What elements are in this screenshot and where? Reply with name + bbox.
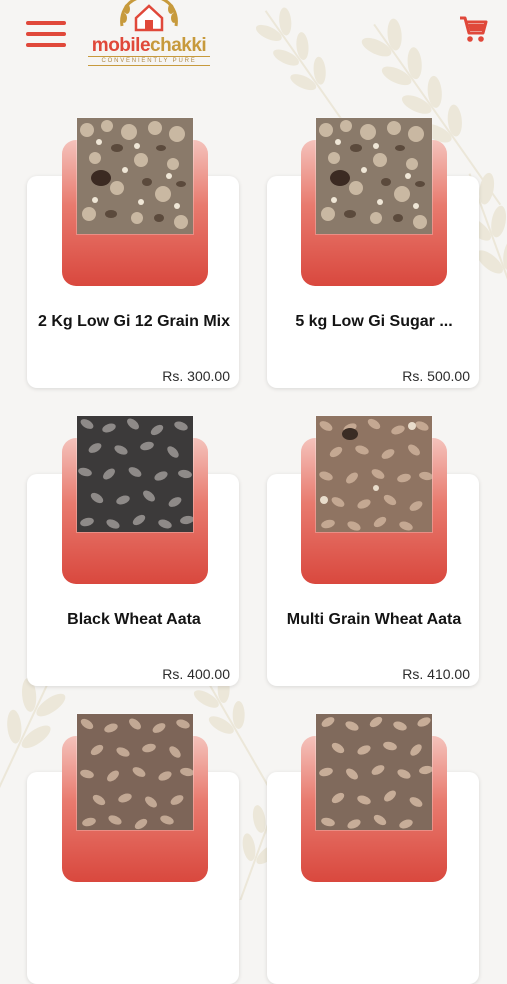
cart-icon[interactable] [458, 14, 488, 44]
product-image-mixed-grains[interactable] [316, 118, 432, 234]
product-image-black-wheat[interactable] [77, 416, 193, 532]
brand-tagline: CONVENIENTLY PURE [88, 56, 210, 66]
product-price: Rs. 410.00 [402, 666, 470, 682]
product-image-wheat[interactable] [316, 714, 432, 830]
brand-wordmark: mobilechakki [91, 35, 207, 56]
brand-logo[interactable]: mobilechakki CONVENIENTLY PURE [86, 0, 212, 66]
product-image-wheat[interactable] [77, 714, 193, 830]
product-name: Black Wheat Aata [67, 611, 201, 628]
product-price: Rs. 300.00 [162, 368, 230, 384]
hamburger-menu-icon[interactable] [26, 18, 68, 50]
product-name: 2 Kg Low Gi 12 Grain Mix [37, 313, 231, 330]
product-name: Multi Grain Wheat Aata [286, 611, 462, 628]
product-image-multigrain-wheat[interactable] [316, 416, 432, 532]
product-price: Rs. 500.00 [402, 368, 470, 384]
product-price: Rs. 400.00 [162, 666, 230, 682]
product-image-mixed-grains[interactable] [77, 118, 193, 234]
house-wheat-logo-icon [120, 0, 178, 32]
app-header: mobilechakki CONVENIENTLY PURE [0, 0, 507, 80]
product-name: 5 kg Low Gi Sugar ... [295, 313, 453, 330]
